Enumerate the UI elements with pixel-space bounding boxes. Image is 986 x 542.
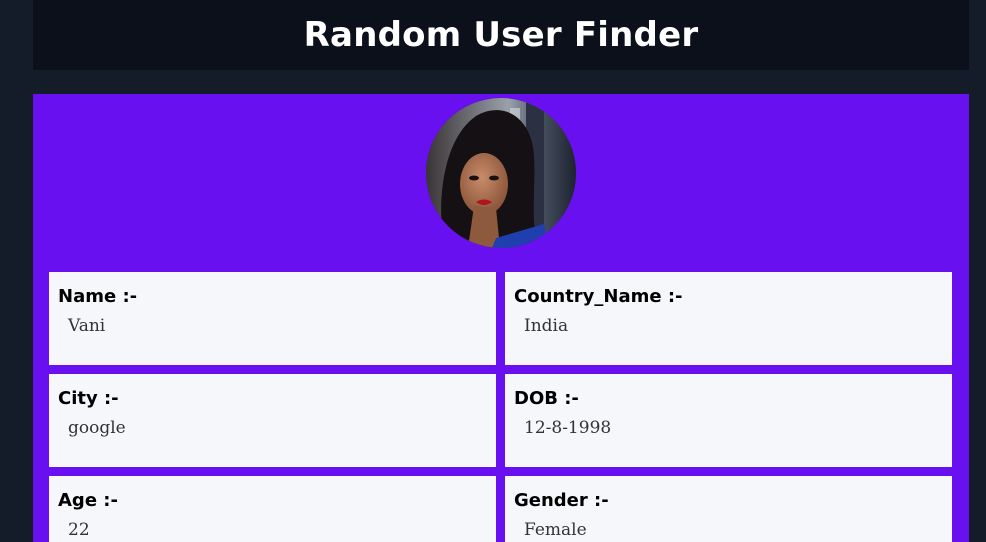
field-value: Vani [68,316,106,336]
field-value: Female [524,520,587,540]
field-age: Age :- 22 [49,476,496,542]
page-title: Random User Finder [303,15,699,55]
field-value: 12-8-1998 [524,418,612,438]
user-avatar [426,98,576,248]
field-label: Age :- [58,490,118,511]
field-value: India [524,316,569,336]
field-label: DOB :- [514,388,579,409]
user-avatar-photo-icon [426,98,576,248]
page: Random User Finder Name:- Vani Country_… [0,0,986,542]
field-label: City :- [58,388,119,409]
field-gender: Gender :- Female [505,476,952,542]
field-country-name: Country_Name :- India [505,272,952,365]
field-city: City :- google [49,374,496,467]
field-label: Country_Name :- [514,286,683,307]
field-name: Name :- Vani [49,272,496,365]
field-dob: DOB :- 12-8-1998 [505,374,952,467]
app-header: Random User Finder [33,0,969,70]
field-value: google [68,418,126,438]
field-value: 22 [68,520,90,540]
field-label: Name :- [58,286,138,307]
user-card: Name :- Vani Country_Name :- India City … [33,94,969,542]
field-label: Gender :- [514,490,609,511]
